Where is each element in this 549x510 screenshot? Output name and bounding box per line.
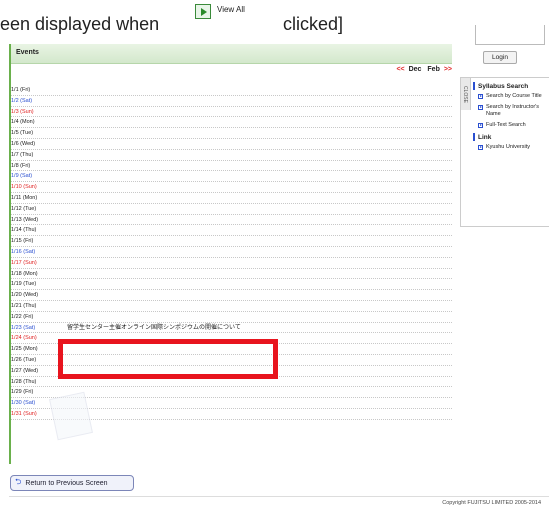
external-link-list: Kyushu University (473, 144, 549, 151)
day-label: 1/24 (Sun) (11, 335, 37, 342)
prev-arrow-icon[interactable]: << (396, 66, 404, 73)
syllabus-link-label: Search by Course Title (486, 93, 542, 99)
day-row: 1/21 (Thu) (11, 301, 452, 312)
day-row: 1/17 (Sun) (11, 258, 452, 269)
day-row: 1/5 (Tue) (11, 128, 452, 139)
day-label: 1/19 (Tue) (11, 281, 37, 288)
copyright-text: Copyright FUJITSU LIMITED 2005-2014 (442, 500, 541, 506)
day-label: 1/12 (Tue) (11, 205, 37, 212)
day-row: 1/14 (Thu) (11, 225, 452, 237)
day-label: 1/11 (Mon) (11, 194, 38, 201)
day-row: 1/22 (Fri) (11, 312, 452, 323)
event-link[interactable]: 留学生センター主催オンライン国際シンポジウムの開催について (67, 323, 241, 333)
day-row: 1/19 (Tue) (11, 279, 452, 291)
day-label: 1/30 (Sat) (11, 400, 36, 407)
day-label: 1/9 (Sat) (11, 173, 33, 180)
day-label: 1/5 (Tue) (11, 130, 34, 137)
play-icon (195, 4, 211, 19)
syllabus-link-label: Full-Text Search (486, 122, 526, 128)
caption-text-before: een displayed when (0, 14, 160, 34)
syllabus-search-heading: Syllabus Search (473, 82, 549, 90)
external-link-label: Kyushu University (486, 144, 531, 150)
bullet-arrow-icon (478, 145, 483, 150)
day-label: 1/14 (Thu) (11, 227, 37, 234)
day-row: 1/20 (Wed) (11, 290, 452, 301)
syllabus-link-list: Search by Course Title Search by Instruct… (473, 93, 549, 129)
events-header: Events (11, 44, 452, 64)
day-label: 1/8 (Fri) (11, 162, 31, 169)
day-label: 1/15 (Fri) (11, 238, 34, 245)
login-box (475, 25, 545, 45)
day-row: 1/16 (Sat) (11, 247, 452, 258)
day-label: 1/25 (Mon) (11, 346, 38, 353)
return-arrow-icon: ⮌ (15, 477, 22, 486)
heading-bar-icon (473, 82, 475, 90)
day-row: 1/13 (Wed) (11, 215, 452, 226)
return-button[interactable]: ⮌ Return to Previous Screen (10, 475, 134, 491)
syllabus-link[interactable]: Search by Course Title (478, 93, 549, 100)
close-tab[interactable]: CLOSE (461, 78, 471, 110)
next-arrow-icon[interactable]: >> (444, 66, 452, 73)
next-month-link[interactable]: Feb (427, 66, 439, 73)
day-label: 1/2 (Sat) (11, 97, 33, 104)
view-all-label: View All (217, 5, 245, 14)
login-button[interactable]: Login (483, 51, 517, 64)
external-link[interactable]: Kyushu University (478, 144, 549, 151)
day-row: 1/6 (Wed) (11, 139, 452, 150)
day-row: 1/9 (Sat) (11, 171, 452, 183)
bullet-arrow-icon (478, 94, 483, 99)
day-label: 1/4 (Mon) (11, 119, 35, 126)
link-heading-label: Link (478, 133, 492, 141)
day-row: 1/2 (Sat) (11, 96, 452, 107)
day-label: 1/31 (Sun) (11, 410, 37, 417)
syllabus-link[interactable]: Full-Text Search (478, 122, 549, 129)
day-row: 1/7 (Thu) (11, 150, 452, 161)
caption-text-after: clicked] (283, 14, 344, 34)
day-row: 1/10 (Sun) (11, 182, 452, 193)
day-label: 1/23 (Sat) (11, 324, 36, 331)
view-all-indicator: View All (195, 4, 245, 19)
day-label: 1/27 (Wed) (11, 367, 39, 374)
day-label: 1/17 (Sun) (11, 259, 37, 266)
day-row: 1/3 (Sun) (11, 107, 452, 118)
day-row: 1/23 (Sat) 留学生センター主催オンライン国際シンポジウムの開催について (11, 323, 452, 334)
syllabus-link[interactable]: Search by Instructor's Name (478, 104, 549, 118)
day-row: 1/11 (Mon) (11, 193, 452, 204)
side-panel: CLOSE Syllabus Search Search by Course T… (460, 77, 549, 227)
heading-bar-icon (473, 133, 475, 141)
return-button-label: Return to Previous Screen (25, 479, 108, 487)
highlight-box (58, 339, 278, 379)
day-label: 1/28 (Thu) (11, 378, 37, 385)
bullet-arrow-icon (478, 123, 483, 128)
syllabus-search-label: Syllabus Search (478, 82, 529, 90)
instruction-caption: een displayed when View All clicked] (0, 0, 549, 40)
day-label: 1/22 (Fri) (11, 313, 34, 320)
day-label: 1/13 (Wed) (11, 216, 39, 223)
day-label: 1/3 (Sun) (11, 108, 34, 115)
day-row: 1/12 (Tue) (11, 204, 452, 215)
syllabus-link-label: Search by Instructor's Name (486, 104, 540, 117)
day-row: 1/4 (Mon) (11, 117, 452, 129)
month-navigation: << Dec Feb >> (396, 66, 452, 73)
link-heading: Link (473, 133, 549, 141)
day-row: 1/15 (Fri) (11, 236, 452, 247)
prev-month-link[interactable]: Dec (409, 66, 422, 73)
day-row: 1/8 (Fri) (11, 161, 452, 172)
day-label: 1/6 (Wed) (11, 140, 36, 147)
bullet-arrow-icon (478, 105, 483, 110)
day-row: 1/18 (Mon) (11, 269, 452, 280)
day-label: 1/20 (Wed) (11, 292, 39, 299)
day-label: 1/18 (Mon) (11, 270, 38, 277)
day-label: 1/21 (Thu) (11, 302, 37, 309)
day-label: 1/7 (Thu) (11, 151, 34, 158)
day-label: 1/16 (Sat) (11, 248, 36, 255)
footer-divider (9, 496, 549, 497)
day-label: 1/10 (Sun) (11, 184, 37, 191)
day-label: 1/26 (Tue) (11, 356, 37, 363)
day-row: 1/1 (Fri) (11, 85, 452, 96)
day-label: 1/29 (Fri) (11, 389, 34, 396)
day-label: 1/1 (Fri) (11, 87, 31, 93)
